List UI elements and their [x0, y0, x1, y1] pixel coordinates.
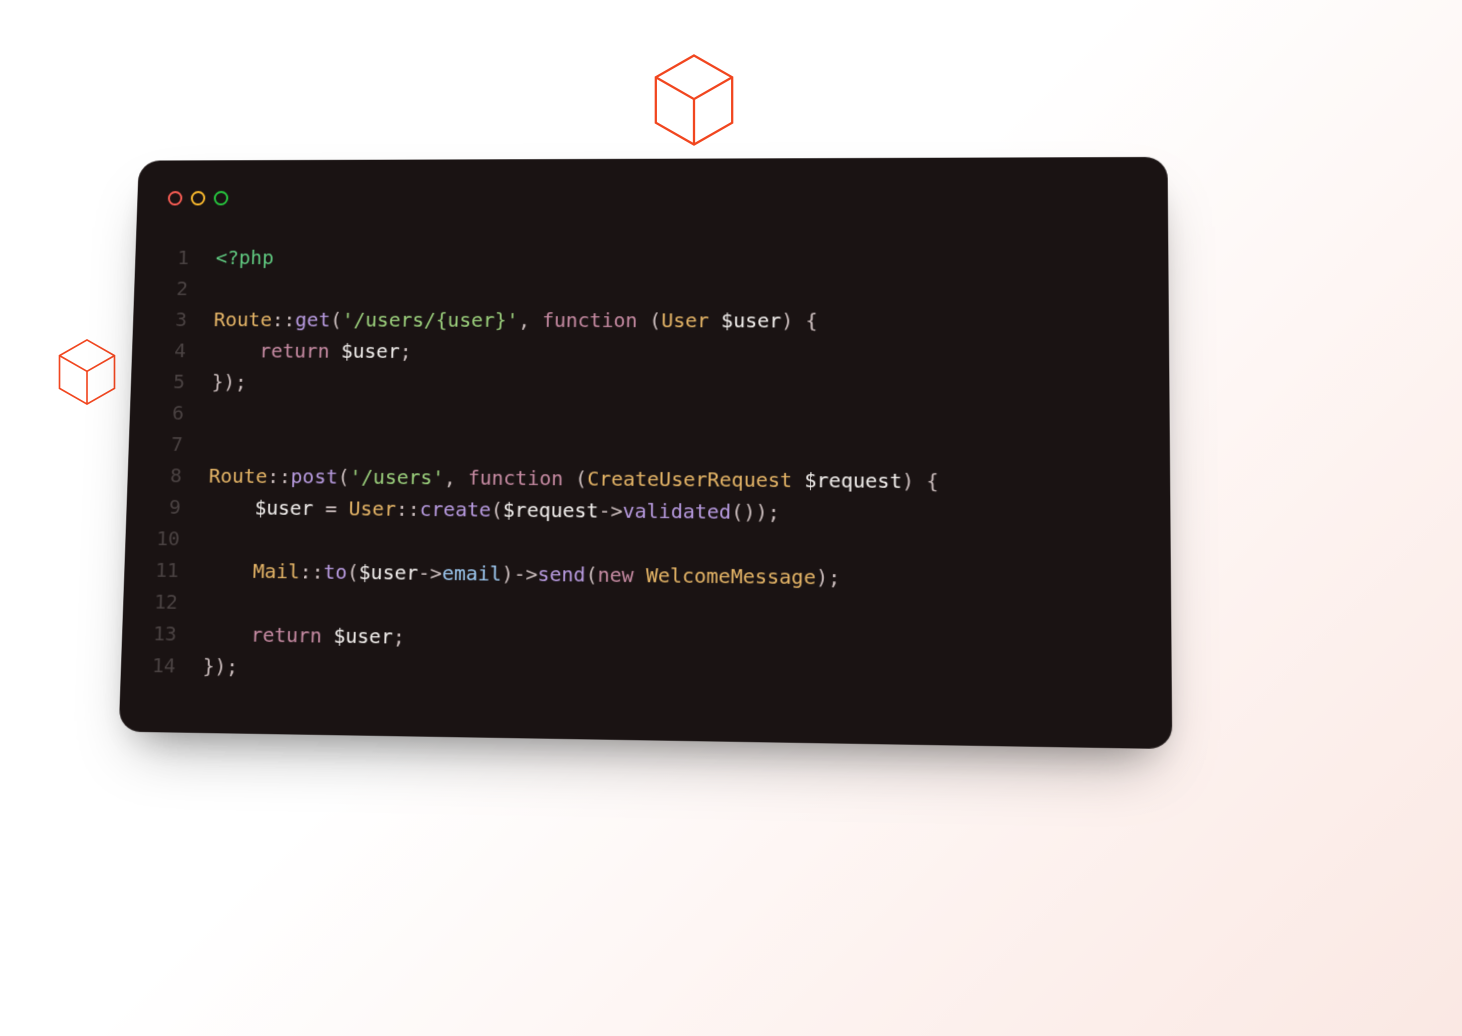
token-punc: ( — [337, 465, 349, 489]
token-var: $user — [359, 560, 419, 585]
token-punc: :: — [267, 464, 291, 488]
token-punc: }); — [202, 654, 238, 678]
token-class: Route — [213, 308, 272, 331]
window-zoom-icon — [214, 191, 229, 205]
token-punc: = — [313, 496, 349, 520]
token-var: $user — [341, 339, 400, 363]
code-line — [214, 273, 939, 305]
token-punc: ( — [491, 498, 503, 522]
token-class: Route — [208, 464, 267, 488]
token-punc — [709, 309, 721, 333]
token-string: '/users/{user}' — [342, 308, 519, 332]
token-punc — [792, 468, 804, 492]
line-number: 8 — [170, 460, 183, 492]
token-func: to — [323, 560, 347, 584]
token-punc: ()); — [731, 500, 780, 525]
token-tag: <?php — [215, 246, 274, 269]
token-punc: }); — [211, 370, 247, 394]
token-keyword: return — [251, 623, 323, 648]
token-punc: ; — [393, 624, 405, 648]
token-string: '/users' — [349, 465, 444, 489]
token-keyword: return — [259, 339, 330, 363]
code-line: return $user; — [212, 335, 939, 369]
window-controls — [136, 189, 1168, 242]
token-keyword: function — [542, 308, 638, 332]
token-punc — [205, 559, 253, 583]
code-line — [209, 429, 938, 465]
token-punc: ) { — [902, 469, 939, 493]
code-area: 1234567891011121314 <?php Route::get('/u… — [121, 241, 1172, 696]
token-punc: )-> — [501, 562, 537, 586]
token-punc: :: — [272, 308, 296, 331]
code-line: <?php — [215, 241, 939, 273]
code-line: Route::get('/users/{user}', function (Us… — [213, 304, 939, 337]
token-punc — [634, 563, 646, 587]
token-punc: ( — [585, 562, 597, 586]
token-var: $request — [503, 498, 599, 523]
token-class: Mail — [252, 559, 300, 583]
token-punc: -> — [418, 561, 442, 585]
token-punc: -> — [598, 499, 622, 523]
token-var: $request — [804, 468, 902, 493]
token-punc: ( — [563, 466, 587, 490]
token-punc — [212, 339, 259, 363]
token-keyword: new — [597, 563, 634, 588]
token-func: validated — [622, 499, 731, 524]
token-func: create — [419, 497, 491, 521]
window-minimize-icon — [191, 191, 206, 205]
line-number: 10 — [156, 522, 180, 554]
token-func: get — [295, 308, 331, 331]
token-var: $user — [333, 624, 393, 649]
line-number: 11 — [155, 554, 179, 586]
token-class: CreateUserRequest — [587, 467, 792, 493]
token-punc: ( — [637, 308, 661, 332]
line-number: 14 — [152, 649, 177, 681]
token-keyword: function — [468, 466, 564, 491]
line-number: 5 — [173, 366, 186, 397]
code-content: <?php Route::get('/users/{user}', functi… — [175, 241, 939, 692]
token-punc: , — [518, 308, 542, 332]
cube-icon — [648, 50, 740, 150]
token-var: $user — [721, 309, 781, 333]
token-var: $user — [254, 496, 313, 520]
token-punc: :: — [300, 559, 324, 583]
code-line: }); — [211, 366, 938, 401]
token-func: post — [290, 464, 338, 488]
window-close-icon — [168, 191, 183, 205]
code-editor-card: 1234567891011121314 <?php Route::get('/u… — [119, 157, 1173, 749]
token-punc: ( — [347, 560, 359, 584]
token-class: User — [661, 308, 709, 332]
token-punc — [207, 495, 255, 519]
token-func: send — [537, 562, 585, 587]
token-punc: ; — [399, 339, 411, 363]
token-punc: , — [444, 466, 468, 490]
token-prop: email — [442, 561, 502, 586]
token-punc: ); — [816, 565, 841, 590]
line-number: 12 — [154, 586, 178, 618]
token-punc: ) { — [781, 309, 817, 333]
token-class: User — [348, 496, 396, 520]
line-number: 13 — [153, 617, 177, 649]
cube-icon — [54, 336, 120, 408]
code-line — [210, 397, 938, 433]
token-punc: :: — [396, 497, 420, 521]
token-class: WelcomeMessage — [646, 563, 816, 589]
token-punc — [203, 622, 251, 647]
